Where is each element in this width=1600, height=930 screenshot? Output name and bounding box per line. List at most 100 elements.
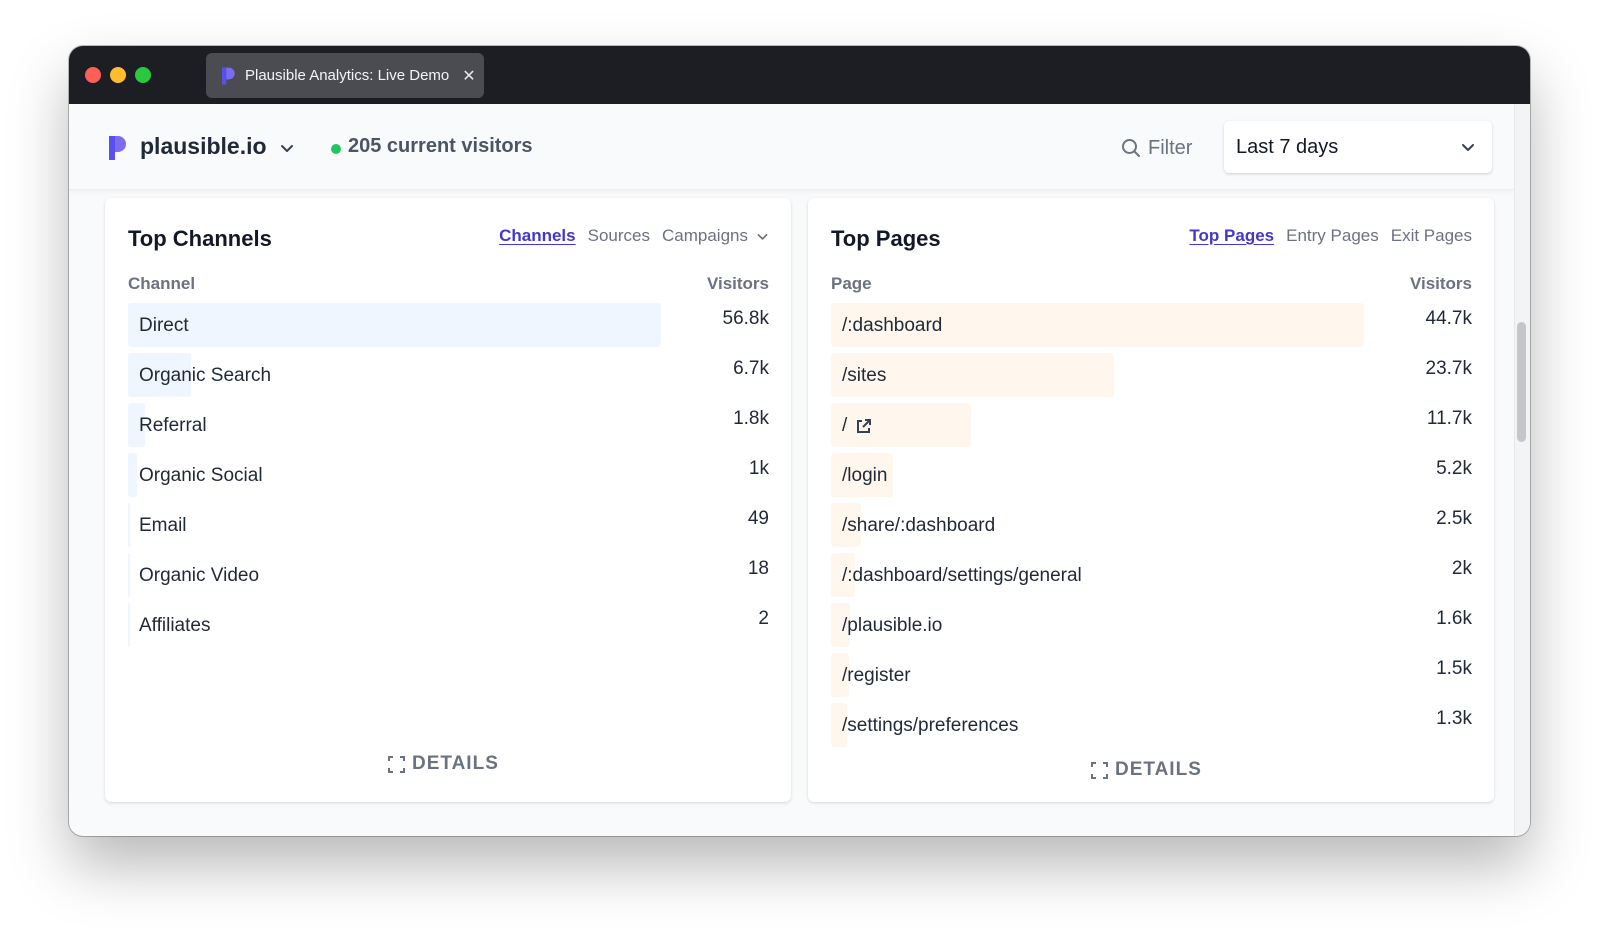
list-item-text: /login xyxy=(842,465,888,486)
list-item-label[interactable]: Organic Video xyxy=(139,565,259,587)
channels-list: Direct 56.8k Organic Search 6.7k Referral 1.8… xyxy=(128,303,769,653)
list-item[interactable]: /plausible.io 1.6k xyxy=(831,603,1472,653)
visitor-count: 1.5k xyxy=(1436,658,1472,679)
list-item-label[interactable]: Direct xyxy=(139,315,189,337)
tab-campaigns-label: Campaigns xyxy=(662,226,748,245)
list-item-text: /register xyxy=(842,665,911,686)
list-item[interactable]: Organic Social 1k xyxy=(128,453,769,503)
close-window-button[interactable] xyxy=(85,67,101,83)
visitor-count: 11.7k xyxy=(1426,408,1472,429)
maximize-window-button[interactable] xyxy=(135,67,151,83)
plausible-favicon-icon xyxy=(222,67,235,84)
list-item-label[interactable]: /share/:dashboard xyxy=(842,515,995,537)
period-dropdown[interactable]: Last 7 days xyxy=(1224,121,1492,173)
list-item-label[interactable]: /settings/preferences xyxy=(842,715,1018,737)
tab-title: Plausible Analytics: Live Demo xyxy=(245,67,450,84)
visitor-count: 2.5k xyxy=(1436,508,1472,529)
list-item-label[interactable]: /:dashboard xyxy=(842,315,942,337)
scrollbar-thumb[interactable] xyxy=(1517,322,1526,442)
column-header-page: Page xyxy=(831,274,872,293)
browser-titlebar: Plausible Analytics: Live Demo ✕ xyxy=(69,46,1530,104)
visitor-share-bar xyxy=(128,603,130,647)
list-item[interactable]: Organic Video 18 xyxy=(128,553,769,603)
column-header-channel: Channel xyxy=(128,274,196,293)
expand-icon xyxy=(388,755,405,773)
list-item-text: / xyxy=(842,415,848,436)
list-item-label[interactable]: / xyxy=(842,415,872,437)
list-item-label[interactable]: /:dashboard/settings/general xyxy=(842,565,1082,587)
page-scrollbar[interactable] xyxy=(1514,104,1530,836)
list-item-label[interactable]: Email xyxy=(139,515,187,537)
tab-top-pages[interactable]: Top Pages xyxy=(1189,226,1274,246)
details-button[interactable]: DETAILS xyxy=(1091,759,1202,781)
visitor-count: 2k xyxy=(1451,558,1472,579)
list-item[interactable]: Affiliates 2 xyxy=(128,603,769,653)
list-item-label[interactable]: /plausible.io xyxy=(842,615,942,637)
card-title: Top Pages xyxy=(831,226,941,251)
list-item-text: /share/:dashboard xyxy=(842,515,996,536)
filter-button[interactable]: Filter xyxy=(1121,133,1192,163)
visitor-count: 49 xyxy=(747,508,769,529)
expand-icon xyxy=(1091,761,1108,779)
visitor-count: 56.8k xyxy=(722,308,769,329)
current-visitors-link[interactable]: 205 current visitors xyxy=(348,135,533,158)
tab-exit-pages[interactable]: Exit Pages xyxy=(1391,226,1472,246)
list-item[interactable]: /share/:dashboard 2.5k xyxy=(831,503,1472,553)
list-item[interactable]: /register 1.5k xyxy=(831,653,1472,703)
list-item-text: Organic Video xyxy=(139,565,260,586)
chevron-down-icon[interactable] xyxy=(279,140,295,156)
card-title: Top Channels xyxy=(128,226,272,251)
tab-close-icon[interactable]: ✕ xyxy=(454,66,484,86)
list-item[interactable]: /sites 23.7k xyxy=(831,353,1472,403)
details-label: DETAILS xyxy=(412,753,499,774)
tab-entry-pages[interactable]: Entry Pages xyxy=(1286,226,1379,246)
tab-channels[interactable]: Channels xyxy=(499,226,576,246)
list-item[interactable]: Organic Search 6.7k xyxy=(128,353,769,403)
list-item[interactable]: /login 5.2k xyxy=(831,453,1472,503)
chevron-down-icon xyxy=(1462,144,1474,151)
filter-label: Filter xyxy=(1148,136,1193,159)
list-item-text: Organic Social xyxy=(139,465,263,486)
list-item-label[interactable]: Organic Social xyxy=(139,465,263,487)
visitor-share-bar xyxy=(128,503,130,547)
visitor-count: 6.7k xyxy=(733,358,769,379)
list-item[interactable]: Email 49 xyxy=(128,503,769,553)
visitor-share-bar xyxy=(128,553,130,597)
minimize-window-button[interactable] xyxy=(110,67,126,83)
details-button[interactable]: DETAILS xyxy=(388,753,499,775)
list-item-label[interactable]: Referral xyxy=(139,415,207,437)
list-item[interactable]: / 11.7k xyxy=(831,403,1472,453)
pages-tabs: Top Pages Entry Pages Exit Pages xyxy=(1189,226,1472,246)
site-header: plausible.io 205 current visitors Filter… xyxy=(69,104,1514,190)
top-channels-card: Top Channels Channels Sources Campaigns … xyxy=(105,198,791,802)
list-item-label[interactable]: /login xyxy=(842,465,887,487)
list-item[interactable]: /:dashboard/settings/general 2k xyxy=(831,553,1472,603)
visitor-count: 1.6k xyxy=(1436,608,1472,629)
list-item-label[interactable]: Organic Search xyxy=(139,365,271,387)
visitor-count: 2 xyxy=(758,608,769,629)
list-item-label[interactable]: Affiliates xyxy=(139,615,210,637)
period-label: Last 7 days xyxy=(1236,135,1339,158)
list-item[interactable]: /settings/preferences 1.3k xyxy=(831,703,1472,753)
browser-window: Plausible Analytics: Live Demo ✕ plausib… xyxy=(69,46,1530,836)
column-header-visitors: Visitors xyxy=(1409,274,1472,293)
list-item-label[interactable]: /register xyxy=(842,665,911,687)
visitor-count: 44.7k xyxy=(1425,308,1472,329)
site-switcher[interactable]: plausible.io xyxy=(140,133,267,160)
channels-tabs: Channels Sources Campaigns xyxy=(499,226,769,246)
external-link-icon[interactable] xyxy=(855,418,872,435)
list-item-text: Affiliates xyxy=(139,615,211,636)
plausible-logo-icon xyxy=(109,136,126,160)
list-item[interactable]: Referral 1.8k xyxy=(128,403,769,453)
visitor-share-bar xyxy=(128,453,137,497)
tab-sources[interactable]: Sources xyxy=(588,226,650,246)
list-item[interactable]: Direct 56.8k xyxy=(128,303,769,353)
list-item[interactable]: /:dashboard 44.7k xyxy=(831,303,1472,353)
list-item-text: Email xyxy=(139,515,187,536)
tab-campaigns[interactable]: Campaigns xyxy=(662,226,769,246)
list-item-text: /plausible.io xyxy=(842,615,943,636)
browser-tab[interactable]: Plausible Analytics: Live Demo ✕ xyxy=(206,53,484,98)
visitor-count: 23.7k xyxy=(1425,358,1472,379)
list-item-label[interactable]: /sites xyxy=(842,365,886,387)
pages-list: /:dashboard 44.7k/sites 23.7k / 11.7k/login 5… xyxy=(831,303,1472,753)
